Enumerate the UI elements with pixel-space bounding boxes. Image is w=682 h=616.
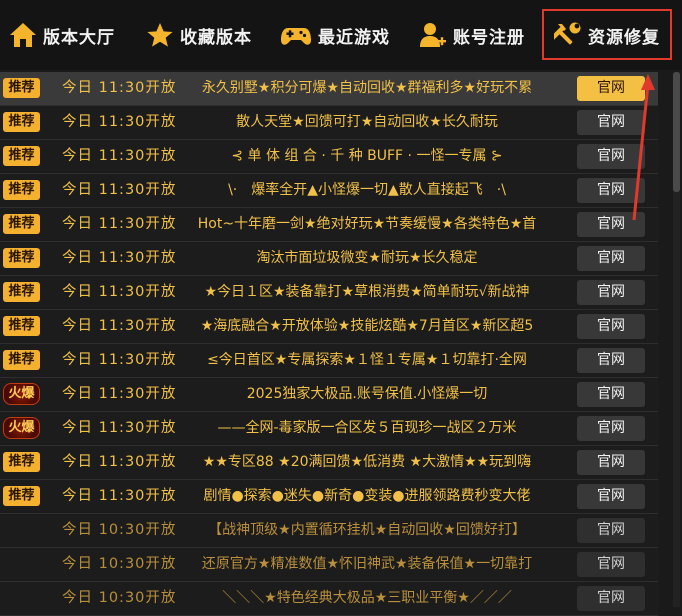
list-item[interactable]: 火爆 今日 11:30开放 ——全网-毒家版一合区发５百现珍一战区２万米 官网 xyxy=(0,412,658,446)
open-time: 今日 10:30开放 xyxy=(62,556,177,572)
official-site-button[interactable]: 官网 xyxy=(577,246,645,271)
server-list: 推荐 今日 11:30开放 永久别墅★积分可爆★自动回收★群福利多★好玩不累 官网 推荐… xyxy=(0,72,658,616)
server-title[interactable]: ★今日１区★装备靠打★草根消费★简单耐玩√新战神 xyxy=(186,276,548,309)
open-time: 今日 11:30开放 xyxy=(62,386,177,402)
recommend-badge: 推荐 xyxy=(3,180,40,200)
official-site-button[interactable]: 官网 xyxy=(577,484,645,509)
official-site-button[interactable]: 官网 xyxy=(577,144,645,169)
server-title[interactable]: 散人天堂★回馈可打★自动回收★长久耐玩 xyxy=(186,106,548,139)
open-time: 今日 11:30开放 xyxy=(62,250,177,266)
list-item[interactable]: 推荐 今日 11:30开放 \· 爆率全开▲小怪爆一切▲散人直接起飞 ·\ 官网 xyxy=(0,174,658,208)
official-site-button[interactable]: 官网 xyxy=(577,518,645,543)
nav-item-version-hall[interactable]: 版本大厅 xyxy=(9,12,115,58)
add-user-icon xyxy=(419,21,447,49)
official-site-button[interactable]: 官网 xyxy=(577,586,645,611)
server-title[interactable]: 淘汰市面垃圾微变★耐玩★长久稳定 xyxy=(186,242,548,275)
open-time: 今日 11:30开放 xyxy=(62,216,177,232)
open-time: 今日 11:30开放 xyxy=(62,80,177,96)
recommend-badge: 推荐 xyxy=(3,486,40,506)
home-icon xyxy=(9,22,37,48)
gamepad-icon xyxy=(280,22,312,48)
recommend-badge: 推荐 xyxy=(3,78,40,98)
official-site-button[interactable]: 官网 xyxy=(577,348,645,373)
open-time: 今日 11:30开放 xyxy=(62,284,177,300)
open-time: 今日 11:30开放 xyxy=(62,454,177,470)
resource-repair-highlight xyxy=(542,9,672,60)
official-site-button[interactable]: 官网 xyxy=(577,552,645,577)
scrollbar-thumb[interactable] xyxy=(673,72,680,192)
official-site-button[interactable]: 官网 xyxy=(577,416,645,441)
hot-badge: 火爆 xyxy=(3,417,40,439)
open-time: 今日 11:30开放 xyxy=(62,420,177,436)
open-time: 今日 11:30开放 xyxy=(62,352,177,368)
open-time: 今日 11:30开放 xyxy=(62,114,177,130)
nav-item-label: 最近游戏 xyxy=(318,27,390,48)
recommend-badge: 推荐 xyxy=(3,214,40,234)
open-time: 今日 11:30开放 xyxy=(62,148,177,164)
server-title[interactable]: 永久别墅★积分可爆★自动回收★群福利多★好玩不累 xyxy=(186,72,548,105)
open-time: 今日 11:30开放 xyxy=(62,488,177,504)
recommend-badge: 推荐 xyxy=(3,282,40,302)
star-icon xyxy=(146,22,174,48)
list-item[interactable]: 推荐 今日 11:30开放 ★海底融合★开放体验★技能炫酷★7月首区★新区超5 官网 xyxy=(0,310,658,344)
list-item[interactable]: 推荐 今日 11:30开放 Hot~十年磨一剑★绝对好玩★节奏缓慢★各类特色★首 官网 xyxy=(0,208,658,242)
open-time: 今日 11:30开放 xyxy=(62,318,177,334)
list-item[interactable]: 火爆 今日 11:30开放 2025独家大极品.账号保值.小怪爆一切 官网 xyxy=(0,378,658,412)
official-site-button[interactable]: 官网 xyxy=(577,280,645,305)
recommend-badge: 推荐 xyxy=(3,452,40,472)
recommend-badge: 推荐 xyxy=(3,350,40,370)
list-item[interactable]: 推荐 今日 11:30开放 永久别墅★积分可爆★自动回收★群福利多★好玩不累 官网 xyxy=(0,72,658,106)
list-item[interactable]: 推荐 今日 11:30开放 ≤今日首区★专属探索★１怪１专属★１切靠打·全网 官网 xyxy=(0,344,658,378)
server-title[interactable]: ★★专区88 ★20满回馈★低消费 ★大激情★★玩到嗨 xyxy=(186,446,548,479)
server-title[interactable]: ≤今日首区★专属探索★１怪１专属★１切靠打·全网 xyxy=(186,344,548,377)
server-title[interactable]: ⊰ 单 体 组 合 · 千 种 BUFF · 一怪一专属 ⊱ xyxy=(186,140,548,173)
server-title[interactable]: \· 爆率全开▲小怪爆一切▲散人直接起飞 ·\ xyxy=(186,174,548,207)
nav-item-recent-games[interactable]: 最近游戏 xyxy=(280,12,390,58)
list-item[interactable]: 推荐 今日 11:30开放 ★今日１区★装备靠打★草根消费★简单耐玩√新战神 官网 xyxy=(0,276,658,310)
list-item[interactable]: 推荐 今日 11:30开放 ★★专区88 ★20满回馈★低消费 ★大激情★★玩到嗨 官… xyxy=(0,446,658,480)
server-title[interactable]: ★海底融合★开放体验★技能炫酷★7月首区★新区超5 xyxy=(186,310,548,343)
server-title[interactable]: Hot~十年磨一剑★绝对好玩★节奏缓慢★各类特色★首 xyxy=(186,208,548,241)
open-time: 今日 10:30开放 xyxy=(62,590,177,606)
official-site-button[interactable]: 官网 xyxy=(577,382,645,407)
server-title[interactable]: ——全网-毒家版一合区发５百现珍一战区２万米 xyxy=(186,412,548,445)
official-site-button[interactable]: 官网 xyxy=(577,76,645,101)
list-item[interactable]: 推荐 今日 11:30开放 剧情●探索●迷失●新奇●变装●进服领路费秒变大佬 官网 xyxy=(0,480,658,514)
server-title[interactable]: 【战神顶级★内置循环挂机★自动回收★回馈好打】 xyxy=(186,514,548,547)
official-site-button[interactable]: 官网 xyxy=(577,212,645,237)
list-item[interactable]: 推荐 今日 11:30开放 淘汰市面垃圾微变★耐玩★长久稳定 官网 xyxy=(0,242,658,276)
recommend-badge: 推荐 xyxy=(3,146,40,166)
recommend-badge: 推荐 xyxy=(3,316,40,336)
open-time: 今日 10:30开放 xyxy=(62,522,177,538)
top-nav: 版本大厅 收藏版本 最近游戏 账号注册 资源修复 xyxy=(0,0,682,70)
list-item[interactable]: 推荐 今日 11:30开放 ⊰ 单 体 组 合 · 千 种 BUFF · 一怪一专属… xyxy=(0,140,658,174)
nav-item-favorites[interactable]: 收藏版本 xyxy=(146,12,252,58)
server-title[interactable]: 剧情●探索●迷失●新奇●变装●进服领路费秒变大佬 xyxy=(186,480,548,513)
list-item[interactable]: 今日 10:30开放 还原官方★精准数值★怀旧神武★装备保值★一切靠打 官网 xyxy=(0,548,658,582)
server-title[interactable]: 还原官方★精准数值★怀旧神武★装备保值★一切靠打 xyxy=(186,548,548,581)
server-title[interactable]: 2025独家大极品.账号保值.小怪爆一切 xyxy=(186,378,548,411)
recommend-badge: 推荐 xyxy=(3,248,40,268)
nav-item-label: 账号注册 xyxy=(453,27,525,48)
official-site-button[interactable]: 官网 xyxy=(577,314,645,339)
official-site-button[interactable]: 官网 xyxy=(577,178,645,203)
list-item[interactable]: 推荐 今日 11:30开放 散人天堂★回馈可打★自动回收★长久耐玩 官网 xyxy=(0,106,658,140)
list-item[interactable]: 今日 10:30开放 ＼＼＼★特色经典大极品★三职业平衡★／／／ 官网 xyxy=(0,582,658,616)
hot-badge: 火爆 xyxy=(3,383,40,405)
list-scrollbar[interactable] xyxy=(673,72,680,607)
nav-item-label: 收藏版本 xyxy=(180,27,252,48)
server-title[interactable]: ＼＼＼★特色经典大极品★三职业平衡★／／／ xyxy=(186,582,548,615)
nav-item-label: 版本大厅 xyxy=(43,27,115,48)
official-site-button[interactable]: 官网 xyxy=(577,450,645,475)
open-time: 今日 11:30开放 xyxy=(62,182,177,198)
recommend-badge: 推荐 xyxy=(3,112,40,132)
nav-item-account-register[interactable]: 账号注册 xyxy=(419,12,525,58)
list-item[interactable]: 今日 10:30开放 【战神顶级★内置循环挂机★自动回收★回馈好打】 官网 xyxy=(0,514,658,548)
official-site-button[interactable]: 官网 xyxy=(577,110,645,135)
